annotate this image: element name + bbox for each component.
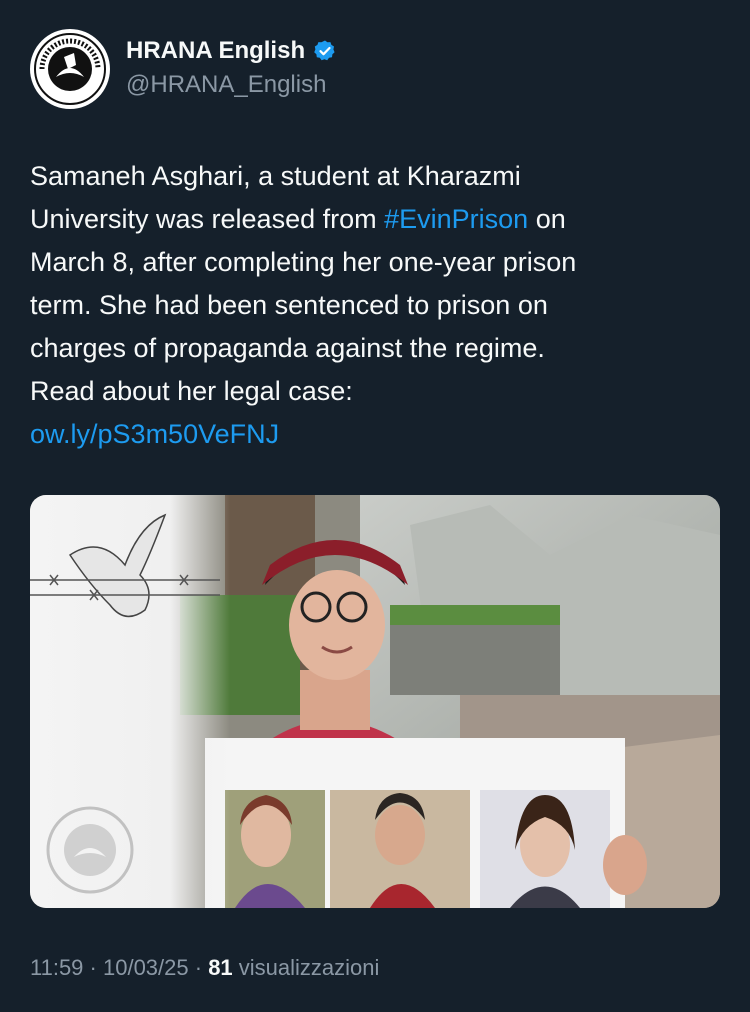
tweet-time[interactable]: 11:59: [30, 955, 83, 980]
tweet-text-line: March 8, after completing her one-year p…: [30, 247, 577, 277]
verified-badge-icon: [314, 40, 335, 61]
tweet-text-line: University was released from #EvinPrison…: [30, 198, 710, 241]
tweet-media-image[interactable]: [30, 495, 720, 908]
tweet-card: HRANA English @HRANA_English Samaneh Asg…: [0, 0, 750, 1012]
tweet-text: Samaneh Asghari, a student at Kharazmi U…: [30, 155, 710, 456]
hashtag-link[interactable]: #EvinPrison: [384, 204, 528, 234]
author-display-name[interactable]: HRANA English: [126, 37, 305, 65]
tweet-text-segment: University was released from: [30, 204, 385, 234]
views-label: visualizzazioni: [232, 955, 380, 980]
tweet-text-segment: on: [528, 204, 566, 234]
external-link[interactable]: ow.ly/pS3m50VeFNJ: [30, 413, 710, 456]
tweet-meta: 11:59 · 10/03/25 · 81 visualizzazioni: [30, 955, 379, 981]
author-name-row: HRANA English: [126, 37, 337, 65]
hrana-logo-icon: [32, 31, 108, 107]
photo-of-woman-holding-sign: [30, 495, 720, 908]
tweet-text-line: Samaneh Asghari, a student at Kharazmi: [30, 161, 521, 191]
author-handle[interactable]: @HRANA_English: [126, 71, 326, 99]
views-count: 81: [208, 955, 233, 980]
tweet-text-line: term. She had been sentenced to prison o…: [30, 290, 548, 320]
tweet-date[interactable]: 10/03/25: [103, 955, 189, 980]
tweet-text-line: Read about her legal case:: [30, 376, 353, 406]
avatar[interactable]: [30, 29, 110, 109]
meta-separator: ·: [83, 955, 103, 980]
meta-separator: ·: [188, 955, 209, 980]
tweet-text-line: charges of propaganda against the regime…: [30, 333, 545, 363]
